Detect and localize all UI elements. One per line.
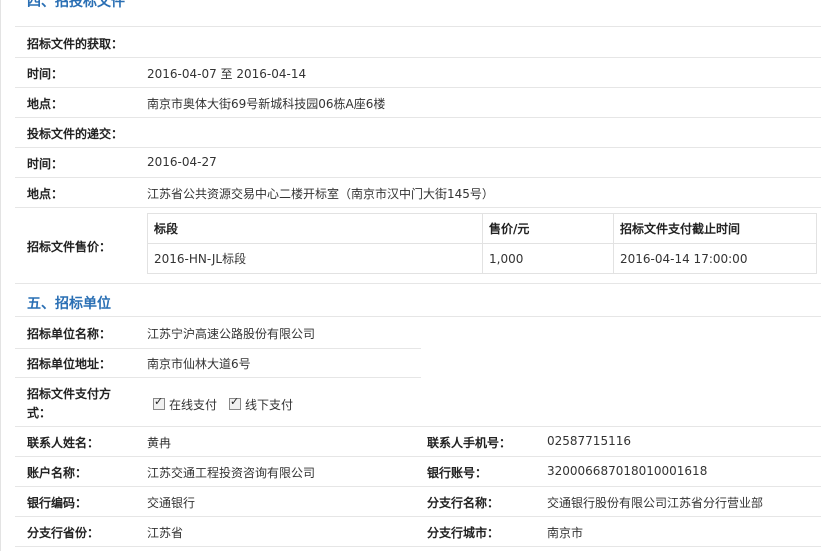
account-row: 账户名称： 江苏交通工程投资咨询有限公司 银行账号： 3200066870180… (15, 457, 821, 487)
account-name-value: 江苏交通工程投资咨询有限公司 (147, 466, 316, 480)
bank-row: 银行编码： 交通银行 分支行名称： 交通银行股份有限公司江苏省分行营业部 (15, 487, 821, 517)
account-no-value: 32000668701801000161​8 (547, 464, 708, 478)
contact-phone-label: 联系人手机号： (427, 436, 512, 450)
unit-name-value: 江苏宁沪高速公路股份有限公司 (147, 327, 316, 341)
header-deadline: 招标文件支付截止时间 (613, 213, 817, 244)
price-table-header: 标段 售价/元 招标文件支付截止时间 (147, 213, 817, 244)
fetch-time-value: 2016-04-07 至 2016-04-14 (147, 67, 307, 81)
branch-location-row: 分支行省份： 江苏省 分支行城市： 南京市 (15, 517, 821, 547)
branch-name-label: 分支行名称： (427, 496, 500, 510)
submit-place-row: 地点： 江苏省公共资源交易中心二楼开标室（南京市汉中门大街145号） (15, 178, 821, 208)
unit-name-row: 招标单位名称： 江苏宁沪高速公路股份有限公司 (15, 317, 421, 349)
contact-name-value: 黄冉 (147, 436, 172, 450)
submit-place-value: 江苏省公共资源交易中心二楼开标室（南京市汉中门大街145号） (147, 187, 494, 201)
price-table: 标段 售价/元 招标文件支付截止时间 2016-HN-JL标段 1,000 20… (147, 213, 817, 274)
contact-row: 联系人姓名： 黄冉 联系人手机号： 02587715116 (15, 427, 821, 457)
submit-heading: 投标文件的递交： (27, 127, 124, 141)
submit-place-label: 地点： (27, 187, 64, 201)
fetch-heading: 招标文件的获取： (27, 37, 124, 51)
branch-province-label: 分支行省份： (27, 526, 100, 540)
pay-method-row: 招标文件支付方 式： 在线支付 线下支付 (15, 378, 821, 427)
account-no-label: 银行账号： (427, 466, 488, 480)
tender-detail-page: 四、招投标文件 招标文件的获取： 时间： 2016-04-07 至 2016-0… (0, 0, 830, 551)
header-price: 售价/元 (482, 213, 614, 244)
cell-section: 2016-HN-JL标段 (147, 243, 483, 274)
pay-online-option[interactable]: 在线支付 (153, 395, 217, 413)
offline-pay-checkbox[interactable] (229, 395, 241, 410)
contact-phone-value: 02587715116 (547, 434, 631, 448)
bank-code-value: 交通银行 (147, 496, 196, 510)
unit-addr-label: 招标单位地址： (27, 357, 112, 371)
section-divider (15, 284, 821, 317)
pay-offline-option[interactable]: 线下支付 (229, 395, 293, 413)
contact-name-label: 联系人姓名： (27, 436, 100, 450)
branch-city-value: 南京市 (547, 526, 584, 540)
account-name-label: 账户名称： (27, 466, 88, 480)
online-pay-checkbox[interactable] (153, 395, 165, 410)
pay-method-label: 招标文件支付方 式： (27, 387, 112, 420)
unit-name-label: 招标单位名称： (27, 327, 112, 341)
fetch-heading-row: 招标文件的获取： (15, 27, 821, 58)
header-section: 标段 (147, 213, 483, 244)
price-label: 招标文件售价： (27, 240, 112, 254)
submit-heading-row: 投标文件的递交： (15, 118, 821, 148)
submit-time-label: 时间： (27, 157, 64, 171)
fetch-place-value: 南京市奥体大街69号新城科技园06栋A座6楼 (147, 97, 386, 111)
fetch-time-row: 时间： 2016-04-07 至 2016-04-14 (15, 58, 821, 88)
unit-addr-row: 招标单位地址： 南京市仙林大道6号 (15, 349, 421, 378)
cell-deadline: 2016-04-14 17:00:00 (613, 243, 817, 274)
unit-addr-value: 南京市仙林大道6号 (147, 357, 251, 371)
cell-price: 1,000 (482, 243, 614, 274)
branch-name-value: 交通银行股份有限公司江苏省分行营业部 (547, 496, 764, 510)
bank-code-label: 银行编码： (27, 496, 88, 510)
fetch-place-label: 地点： (27, 97, 64, 111)
fetch-time-label: 时间： (27, 67, 64, 81)
section-divider (15, 0, 821, 27)
branch-city-label: 分支行城市： (427, 526, 500, 540)
submit-time-value: 2016-04-27 (147, 155, 217, 169)
fetch-place-row: 地点： 南京市奥体大街69号新城科技园06栋A座6楼 (15, 88, 821, 118)
branch-province-value: 江苏省 (147, 526, 184, 540)
table-row: 2016-HN-JL标段 1,000 2016-04-14 17:00:00 (147, 243, 817, 274)
submit-time-row: 时间： 2016-04-27 (15, 148, 821, 178)
